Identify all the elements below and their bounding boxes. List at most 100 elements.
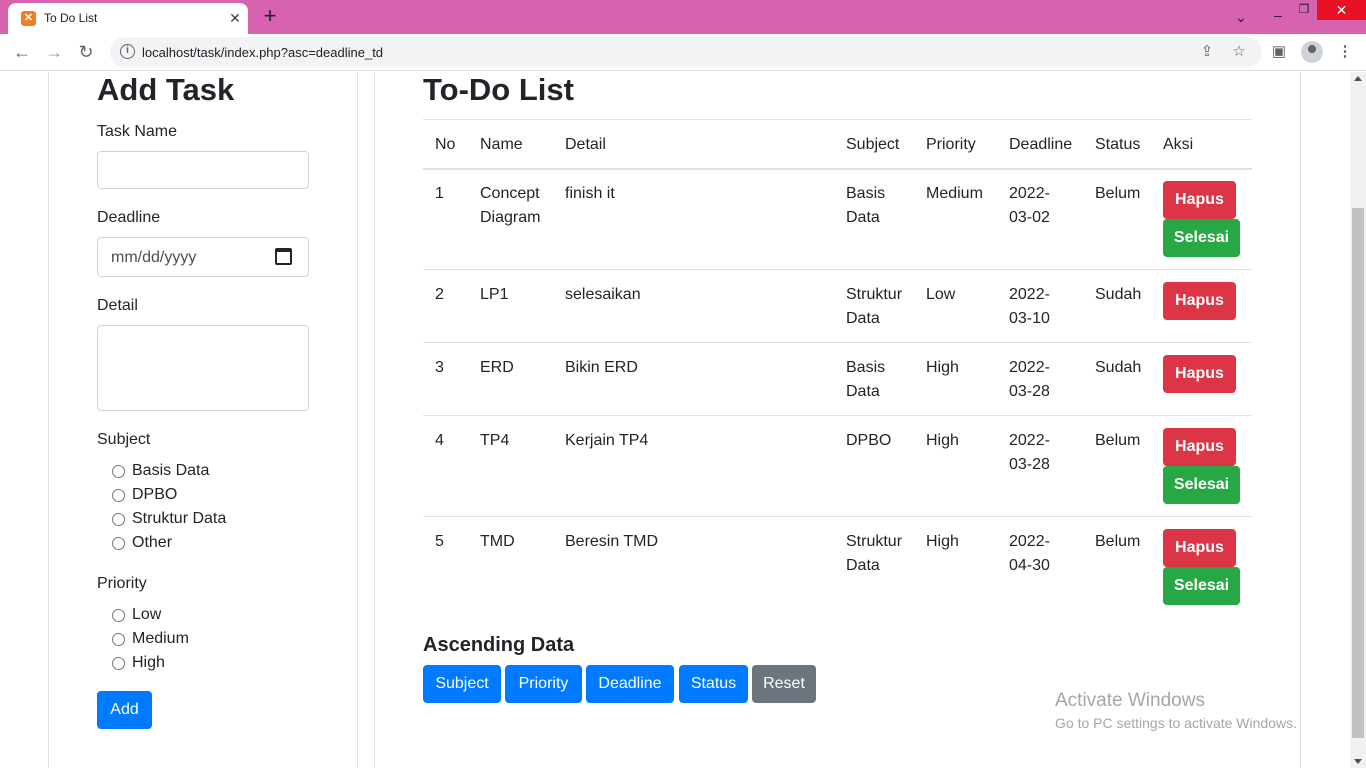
hapus-button[interactable]: Hapus	[1163, 181, 1236, 219]
new-tab-icon[interactable]: +	[258, 4, 282, 28]
cell-name: LP1	[480, 286, 509, 303]
table-top-border	[423, 119, 1252, 120]
hapus-button[interactable]: Hapus	[1163, 355, 1236, 393]
scroll-up-arrow-icon[interactable]	[1354, 76, 1362, 81]
sort-status-button[interactable]: Status	[679, 665, 748, 703]
bookmark-star-icon[interactable]: ☆	[1230, 43, 1248, 61]
back-arrow-icon[interactable]: ←	[8, 38, 36, 66]
restore-icon[interactable]: ❐	[1289, 0, 1319, 26]
detail-textarea[interactable]	[97, 325, 309, 411]
cell-no: 3	[435, 359, 444, 376]
calendar-icon[interactable]	[275, 248, 292, 265]
cell-priority: High	[926, 533, 959, 550]
cell-subject: Data	[846, 209, 880, 226]
activate-windows-title: Activate Windows	[1055, 690, 1205, 711]
radio-label: Other	[132, 534, 173, 551]
header-name: Name	[480, 136, 523, 153]
sort-subject-button[interactable]: Subject	[423, 665, 501, 703]
header-deadline: Deadline	[1009, 136, 1073, 153]
browser-titlebar: ✕ To Do List ✕ + ⌄ – ❐ ✕	[0, 0, 1366, 34]
scroll-down-arrow-icon[interactable]	[1354, 759, 1362, 764]
ascending-data-title: Ascending Data	[423, 634, 575, 656]
page-viewport: Add Task Task Name Deadline mm/dd/yyyy D…	[0, 72, 1350, 768]
priority-label: Priority	[97, 575, 147, 592]
radio-label: Medium	[132, 630, 189, 647]
radio-button[interactable]	[112, 465, 125, 478]
selesai-button[interactable]: Selesai	[1163, 219, 1240, 257]
radio-button[interactable]	[112, 537, 125, 550]
cell-priority: High	[926, 432, 959, 449]
cell-priority: High	[926, 359, 959, 376]
menu-kebab-icon[interactable]: ⋮	[1334, 41, 1356, 63]
profile-avatar-icon[interactable]	[1301, 41, 1323, 63]
deadline-date-input[interactable]: mm/dd/yyyy	[97, 237, 309, 277]
hapus-button[interactable]: Hapus	[1163, 529, 1236, 567]
cell-deadline: 2022-	[1009, 185, 1050, 202]
share-icon[interactable]: ⇪	[1198, 43, 1216, 61]
radio-label: High	[132, 654, 165, 671]
tab-close-icon[interactable]: ✕	[226, 9, 244, 27]
add-button[interactable]: Add	[97, 691, 152, 729]
cell-deadline: 03-02	[1009, 209, 1050, 226]
cell-name: TMD	[480, 533, 515, 550]
cell-deadline: 2022-	[1009, 359, 1050, 376]
hapus-button[interactable]: Hapus	[1163, 428, 1236, 466]
forward-arrow-icon[interactable]: →	[40, 38, 68, 66]
row-divider	[423, 342, 1252, 343]
cell-detail: finish it	[565, 185, 615, 202]
radio-label: Basis Data	[132, 462, 210, 479]
tab-title: To Do List	[44, 11, 98, 25]
radio-button[interactable]	[112, 633, 125, 646]
header-no: No	[435, 136, 456, 153]
browser-toolbar: ← → ↻ i localhost/task/index.php?asc=dea…	[0, 34, 1366, 71]
header-aksi: Aksi	[1163, 136, 1194, 153]
task-name-label: Task Name	[97, 123, 178, 140]
radio-label: Low	[132, 606, 162, 623]
cell-name: Concept	[480, 185, 540, 202]
side-panel-icon[interactable]: ▣	[1268, 41, 1290, 63]
cell-status: Belum	[1095, 533, 1141, 550]
site-info-icon[interactable]: i	[120, 44, 135, 59]
reset-button[interactable]: Reset	[752, 665, 816, 703]
radio-button[interactable]	[112, 657, 125, 670]
selesai-button[interactable]: Selesai	[1163, 567, 1240, 605]
subject-label: Subject	[97, 431, 151, 448]
header-subject: Subject	[846, 136, 900, 153]
cell-detail: Bikin ERD	[565, 359, 638, 376]
selesai-button[interactable]: Selesai	[1163, 466, 1240, 504]
radio-button[interactable]	[112, 609, 125, 622]
browser-tab[interactable]: ✕ To Do List ✕	[8, 3, 248, 34]
todo-list-title: To-Do List	[423, 72, 574, 107]
radio-button[interactable]	[112, 513, 125, 526]
cell-deadline: 03-10	[1009, 310, 1050, 327]
cell-no: 5	[435, 533, 444, 550]
tab-search-chevron-icon[interactable]: ⌄	[1226, 0, 1256, 34]
scrollbar-thumb[interactable]	[1352, 208, 1364, 738]
cell-deadline: 03-28	[1009, 383, 1050, 400]
hapus-button[interactable]: Hapus	[1163, 282, 1236, 320]
cell-name: Diagram	[480, 209, 541, 226]
row-divider	[423, 269, 1252, 270]
activate-windows-subtitle: Go to PC settings to activate Windows.	[1055, 715, 1297, 731]
cell-name: TP4	[480, 432, 510, 449]
add-task-title: Add Task	[97, 72, 235, 107]
sort-deadline-button[interactable]: Deadline	[586, 665, 674, 703]
cell-status: Sudah	[1095, 359, 1142, 376]
cell-deadline: 2022-	[1009, 432, 1050, 449]
sort-priority-button[interactable]: Priority	[505, 665, 582, 703]
reload-icon[interactable]: ↻	[72, 38, 100, 66]
task-name-input[interactable]	[97, 151, 309, 189]
cell-status: Belum	[1095, 432, 1141, 449]
cell-subject: Basis	[846, 359, 886, 376]
row-divider	[423, 415, 1252, 416]
url-text[interactable]: localhost/task/index.php?asc=deadline_td	[142, 45, 383, 60]
cell-status: Sudah	[1095, 286, 1142, 303]
cell-deadline: 03-28	[1009, 456, 1050, 473]
address-bar[interactable]: i localhost/task/index.php?asc=deadline_…	[110, 37, 1262, 67]
vertical-scrollbar[interactable]	[1350, 72, 1366, 768]
radio-button[interactable]	[112, 489, 125, 502]
cell-priority: Medium	[926, 185, 983, 202]
cell-subject: Data	[846, 557, 880, 574]
cell-no: 2	[435, 286, 444, 303]
close-window-icon[interactable]: ✕	[1317, 0, 1366, 20]
